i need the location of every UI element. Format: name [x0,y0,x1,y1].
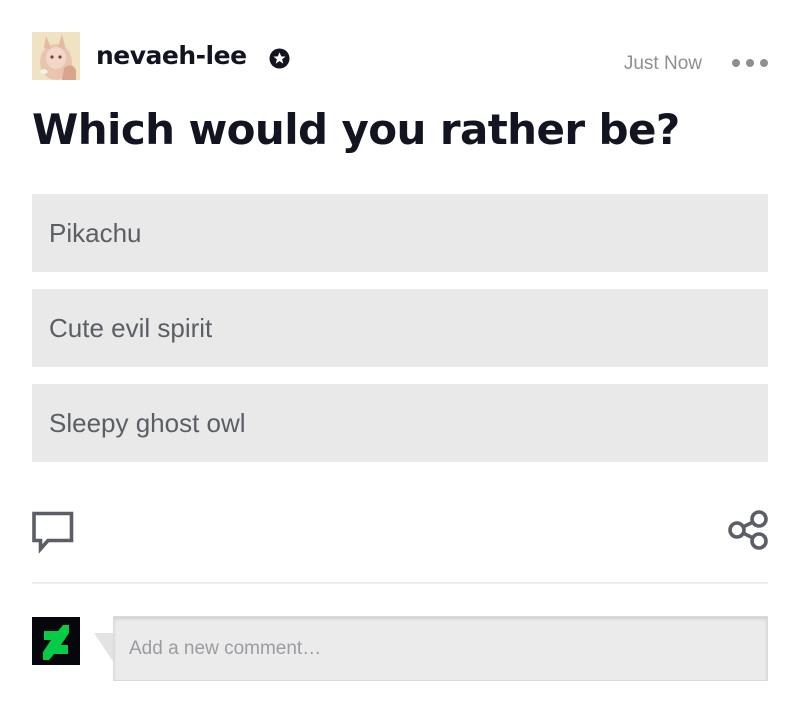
author-avatar[interactable] [32,32,80,80]
section-divider [32,582,768,584]
core-member-badge-icon [269,48,290,69]
post-timestamp: Just Now [623,53,702,74]
more-options-icon[interactable] [732,56,768,70]
poll-option-cute-evil-spirit[interactable]: Cute evil spirit [32,289,768,367]
comment-box-pointer [94,633,114,663]
author-username[interactable]: nevaeh-lee [96,40,247,72]
poll-question: Which would you rather be? [32,105,680,154]
comment-input[interactable] [114,617,767,680]
deviantart-logo-icon [32,617,80,665]
post-header: nevaeh-lee Just Now [32,32,768,80]
avatar-image [32,32,80,80]
comment-bubble-icon[interactable] [31,510,75,554]
poll-option-pikachu[interactable]: Pikachu [32,194,768,272]
poll-option-sleepy-ghost-owl[interactable]: Sleepy ghost owl [32,384,768,462]
share-icon[interactable] [726,509,770,553]
comment-box[interactable] [113,616,768,681]
